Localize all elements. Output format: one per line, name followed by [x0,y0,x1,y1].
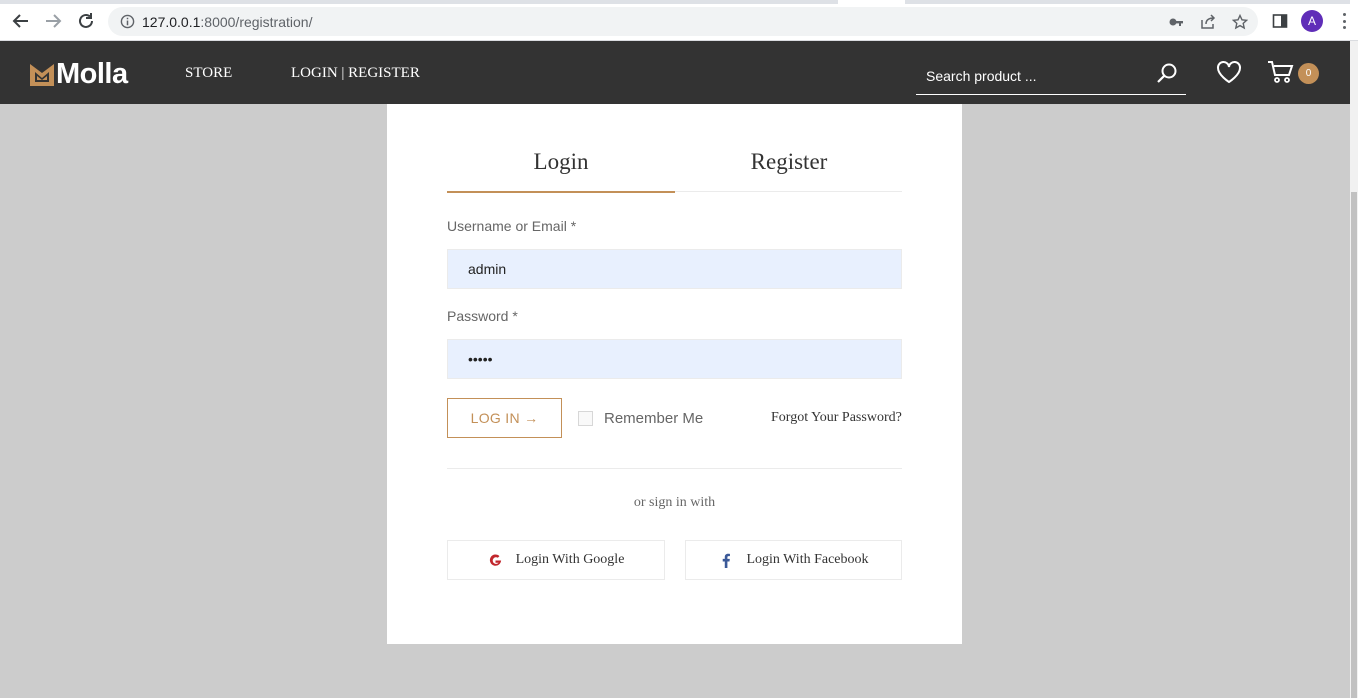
reload-icon [79,13,93,28]
auth-card: Login Register Username or Email * admin… [387,104,962,644]
login-button[interactable]: LOG IN → [447,398,562,438]
reload-button[interactable] [74,9,98,33]
search-icon[interactable] [1156,62,1178,84]
nav-login-register[interactable]: LOGIN | REGISTER [291,65,420,82]
site-header: Molla STORE LOGIN | REGISTER 0 [0,41,1350,104]
forgot-password-link[interactable]: Forgot Your Password? [771,410,902,426]
facebook-login-button[interactable]: Login With Facebook [685,540,902,580]
side-panel-button[interactable] [1268,9,1292,33]
arrow-left-icon [12,14,28,28]
logo[interactable]: Molla [30,58,128,91]
profile-avatar[interactable]: A [1301,10,1323,32]
cart-count-badge: 0 [1298,63,1319,84]
browser-menu-icon[interactable] [1336,11,1352,31]
url-host: 127.0.0.1 [142,14,201,30]
divider [447,468,902,469]
username-label: Username or Email * [447,218,577,234]
url-text[interactable]: 127.0.0.1:8000/registration/ [142,14,312,30]
username-field[interactable]: admin [447,249,902,289]
facebook-icon [718,552,734,568]
tab-strip-edge [905,0,1350,4]
back-button[interactable] [9,9,33,33]
password-label: Password * [447,308,518,324]
tab-login[interactable]: Login [447,137,675,193]
tab-strip-edge [0,0,838,4]
google-login-label: Login With Google [515,552,625,567]
cart-icon[interactable] [1267,59,1295,85]
side-panel-icon [1272,14,1288,28]
or-sign-in-with: or sign in with [633,495,716,510]
remember-me-label[interactable]: Remember Me [604,410,703,427]
bookmark-star-icon[interactable] [1230,12,1250,32]
arrow-right-icon [46,14,62,28]
nav-store[interactable]: STORE [185,65,232,82]
tab-register[interactable]: Register [675,137,903,192]
google-login-button[interactable]: Login With Google [447,540,665,580]
browser-toolbar: 127.0.0.1:8000/registration/ A [0,0,1358,41]
password-key-icon[interactable] [1166,12,1186,32]
auth-tabs: Login Register [447,137,903,193]
heart-icon[interactable] [1215,59,1243,85]
remember-me-checkbox[interactable] [578,411,593,426]
remember-me[interactable]: Remember Me [578,410,703,427]
facebook-login-label: Login With Facebook [746,552,869,567]
password-field[interactable]: ••••• [447,339,902,379]
search-input[interactable] [926,68,1146,84]
google-icon [488,552,504,568]
info-icon[interactable] [120,14,135,29]
logo-mark-icon [30,63,54,86]
forward-button[interactable] [41,9,65,33]
url-path: :8000/registration/ [200,14,313,30]
brand-name: Molla [56,58,128,90]
scrollbar-thumb[interactable] [1351,192,1357,698]
share-icon[interactable] [1198,12,1218,32]
search-box [916,58,1186,95]
address-bar[interactable]: 127.0.0.1:8000/registration/ [108,7,1258,36]
